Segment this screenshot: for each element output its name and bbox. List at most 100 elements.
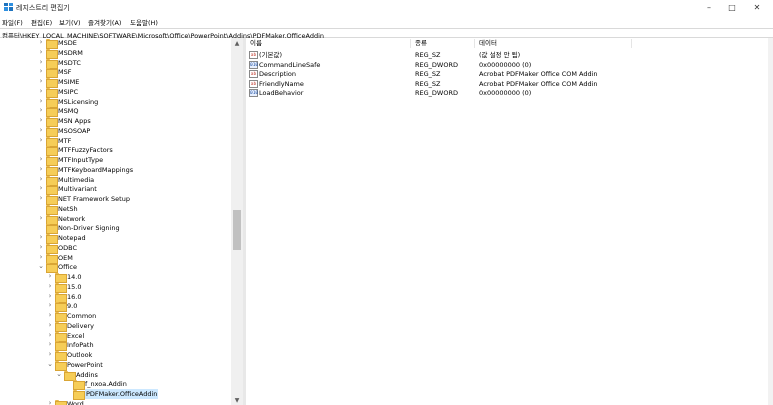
value-row[interactable]: 010 CommandLineSafe REG_DWORD 0x00000000 (0… (246, 60, 773, 70)
tree-item[interactable]: › 16.0 (0, 292, 231, 303)
tree-item[interactable]: › Excel (0, 331, 231, 342)
tree-item[interactable]: Non-Driver Signing (0, 223, 231, 235)
chevron-right-icon[interactable]: › (46, 311, 54, 321)
tree-item[interactable]: › MSMQ (0, 106, 231, 118)
menu-file[interactable]: 파일(F) (2, 17, 23, 27)
tree-item[interactable]: › Outlook (0, 350, 231, 361)
tree-item[interactable]: › MSIPC (0, 87, 231, 98)
chevron-right-icon[interactable]: › (37, 87, 45, 97)
tree-item[interactable]: › NET Framework Setup (0, 194, 231, 205)
tree-item[interactable]: › Word (0, 399, 231, 405)
tree-item[interactable]: › Multivariant (0, 184, 231, 196)
key-tree[interactable]: › MSDE › MSDRM › MSDTC › MSF › MSIME › MSIPC › MSLice… (0, 38, 243, 405)
address-bar[interactable]: 컴퓨터\HKEY_LOCAL_MACHINE\SOFTWARE\Microsof… (0, 28, 773, 40)
chevron-right-icon[interactable]: › (37, 194, 45, 204)
menu-help[interactable]: 도움말(H) (130, 17, 158, 27)
tree-item[interactable]: › MTFKeyboardMappings (0, 165, 231, 176)
menu-view[interactable]: 보기(V) (59, 17, 80, 27)
column-header-type[interactable]: 종류 (415, 38, 427, 49)
tree-item-label: MSN Apps (58, 117, 91, 125)
value-row[interactable]: ab Description REG_SZ Acrobat PDFMaker Offi… (246, 69, 773, 79)
chevron-right-icon[interactable]: › (37, 233, 45, 243)
tree-item[interactable]: MTFFuzzyFactors (0, 145, 231, 157)
chevron-right-icon[interactable]: › (37, 97, 45, 107)
tree-scrollbar[interactable]: ▲ ▼ (231, 38, 243, 405)
value-row[interactable]: ab FriendlyName REG_SZ Acrobat PDFMaker Off… (246, 79, 773, 89)
chevron-right-icon[interactable]: › (46, 399, 54, 405)
chevron-right-icon[interactable]: › (46, 282, 54, 292)
tree-item[interactable]: › 14.0 (0, 272, 231, 283)
tree-item[interactable]: ⌄ PowerPoint (0, 360, 231, 371)
chevron-right-icon[interactable]: › (37, 126, 45, 136)
value-row[interactable]: ab (기본값) REG_SZ (값 설정 안 됨) (246, 50, 773, 60)
chevron-right-icon[interactable]: › (46, 331, 54, 341)
tree-item[interactable]: f_nxoa.Addin (0, 379, 231, 391)
tree-item[interactable]: › MSLicensing (0, 97, 231, 108)
chevron-right-icon[interactable]: › (37, 136, 45, 146)
scroll-up-arrow-icon[interactable]: ▲ (231, 40, 243, 48)
folder-icon (55, 321, 67, 332)
tree-item[interactable]: › MTFInputType (0, 155, 231, 166)
tree-item[interactable]: › Network (0, 214, 231, 225)
chevron-right-icon[interactable]: › (37, 155, 45, 165)
chevron-right-icon[interactable]: › (37, 184, 45, 194)
tree-item[interactable]: ⌄ Addins (0, 370, 231, 381)
chevron-right-icon[interactable]: › (46, 292, 54, 302)
values-list[interactable]: 이름 종류 데이터 ab (기본값) REG_SZ (값 설정 안 됨) 010 Comm… (246, 38, 773, 405)
tree-item[interactable]: › MSF (0, 67, 231, 79)
chevron-right-icon[interactable]: › (46, 272, 54, 282)
column-divider[interactable] (474, 39, 475, 48)
tree-item[interactable]: › 9.0 (0, 301, 231, 313)
chevron-down-icon[interactable]: ⌄ (55, 370, 63, 380)
tree-item[interactable]: › MSDTC (0, 58, 231, 69)
chevron-right-icon[interactable]: › (37, 243, 45, 253)
chevron-right-icon[interactable]: › (37, 58, 45, 68)
tree-item[interactable]: › MTF (0, 136, 231, 147)
tree-item[interactable]: › MSOSOAP (0, 126, 231, 137)
chevron-right-icon[interactable]: › (46, 340, 54, 350)
chevron-right-icon[interactable]: › (46, 321, 54, 331)
column-header-data[interactable]: 데이터 (479, 38, 497, 49)
chevron-right-icon[interactable]: › (37, 175, 45, 185)
chevron-right-icon[interactable]: › (37, 67, 45, 77)
chevron-down-icon[interactable]: ⌄ (46, 360, 54, 370)
column-header-name[interactable]: 이름 (250, 38, 262, 49)
chevron-right-icon[interactable]: › (46, 350, 54, 360)
tree-item[interactable]: › Delivery (0, 321, 231, 332)
chevron-right-icon[interactable]: › (37, 77, 45, 87)
tree-item[interactable]: › Common (0, 311, 231, 322)
tree-item[interactable]: › MSN Apps (0, 116, 231, 127)
maximize-button[interactable]: □ (720, 0, 744, 15)
chevron-right-icon[interactable]: › (37, 38, 45, 48)
tree-item[interactable]: › InfoPath (0, 340, 231, 352)
tree-item[interactable]: › MSDRM (0, 48, 231, 59)
tree-item[interactable]: › MSIME (0, 77, 231, 88)
tree-item[interactable]: › OEM (0, 253, 231, 264)
minimize-button[interactable]: – (697, 0, 721, 15)
tree-item[interactable]: PDFMaker.OfficeAddin (0, 389, 231, 400)
chevron-down-icon[interactable]: ⌄ (37, 262, 45, 272)
value-row[interactable]: 010 LoadBehavior REG_DWORD 0x00000000 (0) (246, 88, 773, 98)
menu-favorites[interactable]: 즐겨찾기(A) (88, 17, 121, 27)
tree-item[interactable]: › Notepad (0, 233, 231, 244)
tree-item[interactable]: › 15.0 (0, 282, 231, 293)
chevron-right-icon[interactable]: › (37, 106, 45, 116)
tree-item[interactable]: › ODBC (0, 243, 231, 254)
folder-icon (55, 282, 67, 293)
chevron-right-icon[interactable]: › (46, 301, 54, 311)
tree-item[interactable]: › Multimedia (0, 175, 231, 186)
tree-item[interactable]: NetSh (0, 204, 231, 215)
scrollbar-thumb[interactable] (233, 210, 241, 250)
chevron-right-icon[interactable]: › (37, 253, 45, 263)
close-button[interactable]: ✕ (745, 0, 769, 15)
chevron-right-icon[interactable]: › (37, 214, 45, 224)
chevron-right-icon[interactable]: › (37, 48, 45, 58)
column-divider[interactable] (410, 39, 411, 48)
column-divider[interactable] (631, 39, 632, 48)
tree-item[interactable]: ⌄ Office (0, 262, 231, 274)
tree-item[interactable]: › MSDE (0, 38, 231, 49)
chevron-right-icon[interactable]: › (37, 165, 45, 175)
chevron-right-icon[interactable]: › (37, 116, 45, 126)
scroll-down-arrow-icon[interactable]: ▼ (231, 397, 243, 405)
menu-edit[interactable]: 편집(E) (31, 17, 52, 27)
